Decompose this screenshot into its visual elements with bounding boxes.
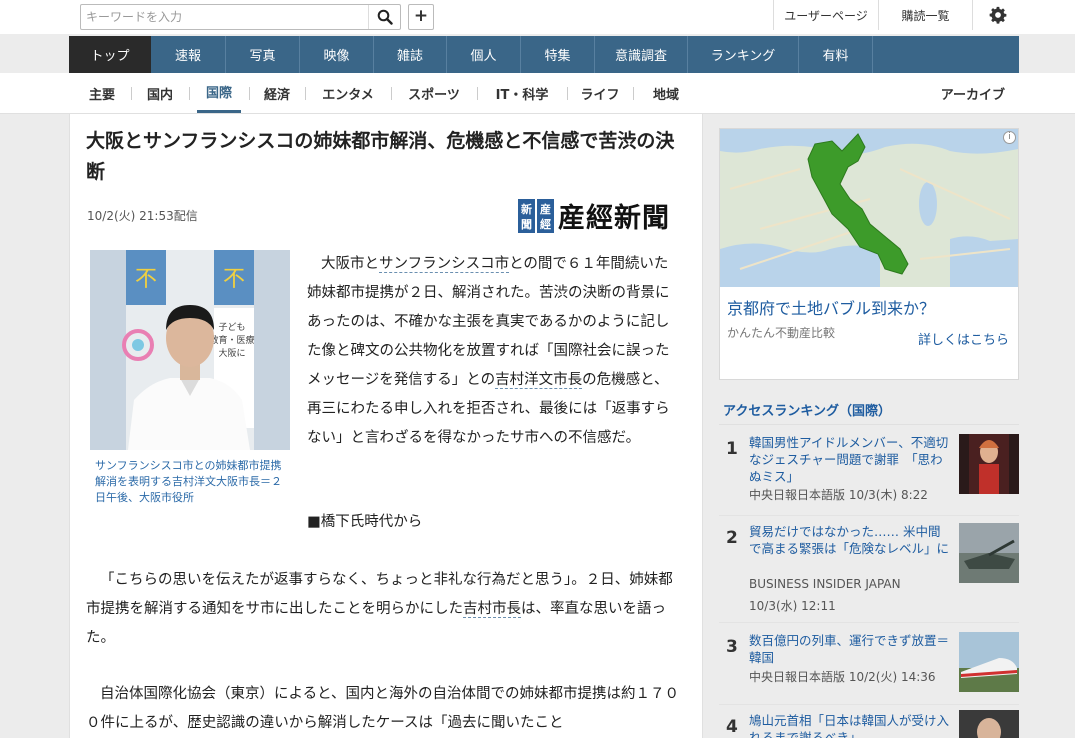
svg-text:不: 不 [223,267,245,292]
article-paragraph: 大阪市とサンフランシスコ市との間で６１年間続いた姉妹都市提携が２日、解消された。… [307,256,670,446]
sub-nav-entertainment[interactable]: エンタメ [313,73,383,113]
divider [633,87,634,100]
divider [719,424,1019,425]
main-nav-video[interactable]: 映像 [300,36,374,73]
main-nav: トップ 速報 写真 映像 雑誌 個人 特集 意識調査 ランキング 有料 [69,36,1019,73]
sub-nav-life[interactable]: ライフ [575,73,625,113]
main-nav-breaking[interactable]: 速報 [151,36,226,73]
article-title: 大阪とサンフランシスコの姉妹都市解消、危機感と不信感で苦渋の決断 [86,130,675,183]
add-button[interactable]: + [408,4,434,30]
main-nav-magazine[interactable]: 雑誌 [374,36,447,73]
svg-text:不: 不 [135,267,157,292]
publisher-name: 産經新聞 [558,203,670,234]
article-photo[interactable]: 不 不 子ども 教育・医療 大阪に [90,250,290,450]
sub-nav-region[interactable]: 地域 [641,73,691,113]
svg-text:大阪に: 大阪に [218,347,245,359]
main-nav-ranking[interactable]: ランキング [688,36,799,73]
user-page-link[interactable]: ユーザーページ [773,0,878,30]
subscriptions-link[interactable]: 購読一覧 [878,0,972,30]
ranking-title: アクセスランキング（国際） [723,404,891,419]
svg-text:子ども: 子ども [218,322,245,333]
ranking-item-title[interactable]: 韓国男性アイドルメンバー、不適切なジェスチャー問題で謝罪 「思わぬミス」 [749,434,949,485]
gear-icon [989,6,1006,24]
rank-number: 1 [726,439,738,459]
search-input[interactable] [81,5,369,29]
svg-text:教育・医療: 教育・医療 [209,334,254,346]
inline-link[interactable]: 吉村市長 [463,601,521,618]
search-icon [377,9,393,25]
rank-number: 4 [726,717,738,737]
divider [719,515,1019,516]
article: 大阪とサンフランシスコの姉妹都市解消、危機感と不信感で苦渋の決断 10/2(火)… [69,114,703,738]
photo-caption[interactable]: サンフランシスコ市との姉妹都市提携解消を表明する吉村洋文大阪市長＝２日午後、大阪… [95,458,290,506]
svg-text:聞: 聞 [521,218,532,231]
sub-nav-domestic[interactable]: 国内 [139,73,181,113]
ranking-thumbnail[interactable] [959,434,1019,494]
ranking-item-source: 中央日報日本語版 10/2(火) 14:36 [749,670,936,684]
divider [131,87,132,100]
svg-text:經: 經 [540,217,551,231]
sub-nav-sports[interactable]: スポーツ [399,73,469,113]
info-icon[interactable]: i [1003,131,1016,144]
divider [567,87,568,100]
sub-nav-main[interactable]: 主要 [81,73,123,113]
svg-text:新: 新 [521,202,532,216]
ad-map: i [720,129,1018,287]
inline-link[interactable]: 吉村洋文市長 [495,372,583,389]
article-paragraph: 「こちらの思いを伝えたが返事すらなく、ちょっと非礼な行為だと思う」。２日、姉妹都… [86,572,673,646]
divider [249,87,250,100]
ranking-item-title[interactable]: 鳩山元首相「日本は韓国人が受け入れるまで謝るべき」 [749,712,949,738]
ad-title[interactable]: 京都府で土地バブル到来か？ [727,295,935,319]
search-button[interactable] [368,5,400,29]
divider [477,87,478,100]
sub-nav: 主要 国内 国際 経済 エンタメ スポーツ IT・科学 ライフ 地域 アーカイブ [0,73,1075,114]
ranking-item[interactable]: 1 韓国男性アイドルメンバー、不適切なジェスチャー問題で謝罪 「思わぬミス」 中… [719,429,1019,529]
sub-nav-economy[interactable]: 経済 [257,73,297,113]
ad-more-link[interactable]: 詳しくはこちら [918,329,1009,348]
top-links: ユーザーページ 購読一覧 [773,0,1022,34]
publisher-logo[interactable]: 新 産 聞 經 産經新聞 [518,196,670,235]
ranking-item[interactable]: 4 鳩山元首相「日本は韓国人が受け入れるまで謝るべき」 [719,707,1019,738]
article-date: 10/2(火) 21:53配信 [87,209,198,223]
rank-number: 2 [726,528,738,548]
divider [305,87,306,100]
archive-link[interactable]: アーカイブ [941,73,1005,113]
divider [719,704,1019,705]
ranking-item-title[interactable]: 数百億円の列車、運行できず放置＝韓国 [749,632,949,666]
ad-box[interactable]: i 京都府で土地バブル到来か？ かんたん不動産比較 詳しくはこちら [719,128,1019,380]
divider [189,87,190,100]
ranking-item[interactable]: 2 貿易だけではなかった…… 米中間で高まる緊張は「危険なレベル」に BUSIN… [719,518,1019,618]
main-nav-top[interactable]: トップ [69,36,151,73]
top-bar: + ユーザーページ 購読一覧 [0,0,1075,34]
divider [719,622,1019,623]
ranking-item-title[interactable]: 貿易だけではなかった…… 米中間で高まる緊張は「危険なレベル」に [749,523,949,557]
publisher-seal-icon: 新 産 聞 經 [518,198,554,233]
main-nav-survey[interactable]: 意識調査 [595,36,688,73]
ad-sponsor: かんたん不動産比較 [727,326,836,340]
inline-link[interactable]: サンフランシスコ市 [379,256,510,273]
svg-text:産: 産 [540,202,551,216]
article-subheading: ■橋下氏時代から [307,514,423,530]
ranking-thumbnail[interactable] [959,523,1019,583]
sub-nav-international[interactable]: 国際 [197,73,241,113]
main-nav-photo[interactable]: 写真 [226,36,300,73]
main-nav-feature[interactable]: 特集 [521,36,595,73]
main-nav-paid[interactable]: 有料 [799,36,873,73]
rank-number: 3 [726,637,738,657]
ranking-thumbnail[interactable] [959,710,1019,738]
main-nav-individual[interactable]: 個人 [447,36,521,73]
search-box [80,4,401,30]
ranking-item-source: 中央日報日本語版 10/3(木) 8:22 [749,488,928,502]
sub-nav-it-science[interactable]: IT・科学 [485,73,559,113]
article-paragraph: 自治体国際化協会（東京）によると、国内と海外の自治体間での姉妹都市提携は約１７０… [86,686,679,731]
ranking-thumbnail[interactable] [959,632,1019,692]
divider [391,87,392,100]
settings-button[interactable] [972,0,1022,30]
ranking-item-source: BUSINESS INSIDER JAPAN [749,577,901,591]
ranking-item-date: 10/3(水) 12:11 [749,599,836,613]
